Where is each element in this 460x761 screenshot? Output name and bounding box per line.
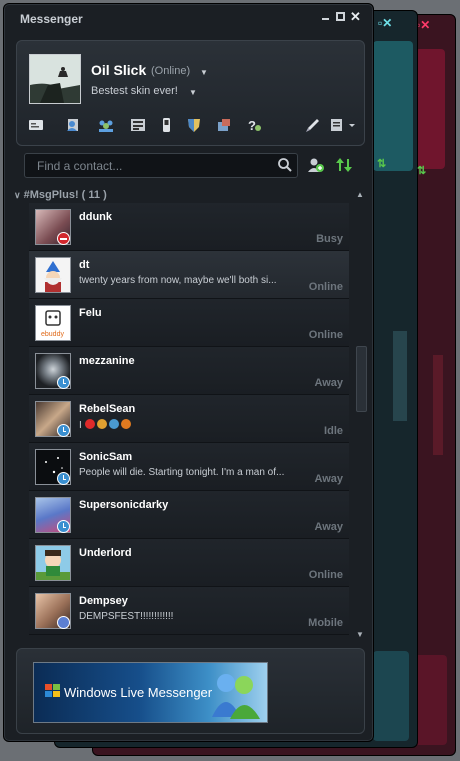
collapse-chevron-icon[interactable]: ∨ xyxy=(14,190,21,200)
group-label: #MsgPlus! ( 11 ) xyxy=(23,189,107,201)
contact-card-icon[interactable] xyxy=(27,117,45,133)
contact-row[interactable]: RebelSean I Idle xyxy=(29,395,349,443)
contact-avatar xyxy=(35,545,71,581)
contact-avatar xyxy=(35,257,71,293)
sort-icon[interactable] xyxy=(335,156,353,174)
messenger-window: Messenger ✕ Oil Slick (Online) ▼ Bestest… xyxy=(3,3,374,742)
contact-name: Felu xyxy=(79,307,102,319)
add-contact-icon[interactable] xyxy=(307,156,325,174)
windows-logo-icon xyxy=(45,684,60,697)
contact-avatar: ebuddy xyxy=(35,305,71,341)
contact-row[interactable]: ddunk Busy xyxy=(29,203,349,251)
background-window-controls: ▫✕ xyxy=(416,18,431,32)
scroll-up-icon[interactable]: ▲ xyxy=(354,190,366,200)
away-status-icon xyxy=(57,472,70,485)
contact-personal-message-text: I xyxy=(79,420,82,431)
search-input[interactable] xyxy=(35,157,279,175)
contact-status: Online xyxy=(308,569,343,581)
mobile-status-icon xyxy=(57,616,70,629)
contact-status: Away xyxy=(314,521,343,533)
busy-status-icon xyxy=(57,232,70,245)
contact-name: Underlord xyxy=(79,547,132,559)
menu-icon[interactable] xyxy=(329,117,357,133)
away-status-icon xyxy=(57,424,70,437)
advertisement-banner[interactable]: Windows Live Messenger xyxy=(33,662,268,723)
contact-name: Dempsey xyxy=(79,595,128,607)
contact-status: Online xyxy=(308,329,343,341)
search-box xyxy=(24,153,298,178)
contact-row[interactable]: dt twenty years from now, maybe we'll bo… xyxy=(29,251,349,299)
contact-status: Mobile xyxy=(308,617,343,629)
personal-message-dropdown-icon[interactable]: ▼ xyxy=(189,88,197,97)
window-title: Messenger xyxy=(20,12,83,26)
messenger-buddies-icon xyxy=(212,674,260,719)
contact-status: Idle xyxy=(324,425,343,437)
contact-row[interactable]: Supersonicdarky Away xyxy=(29,491,349,539)
contact-row[interactable]: ebuddy Felu Online xyxy=(29,299,349,347)
inbox-icon[interactable] xyxy=(129,117,147,133)
contact-list: ddunk Busy dt twenty years from now, may… xyxy=(29,203,349,639)
contact-name: dt xyxy=(79,259,90,271)
contact-name: RebelSean xyxy=(79,403,136,415)
mobile-icon[interactable] xyxy=(157,117,175,133)
groups-icon[interactable] xyxy=(97,117,115,133)
profile-status[interactable]: (Online) xyxy=(151,65,190,77)
profile-panel: Oil Slick (Online) ▼ Bestest skin ever! … xyxy=(16,40,365,146)
advertisement-panel: Windows Live Messenger xyxy=(16,648,365,734)
pizza-emoticon-icon xyxy=(120,419,131,429)
contact-row[interactable]: Underlord Online xyxy=(29,539,349,587)
contact-status: Online xyxy=(308,281,343,293)
display-picture[interactable] xyxy=(29,54,81,104)
search-icon[interactable] xyxy=(277,157,293,173)
background-sort-icon: ⇅ xyxy=(377,158,387,170)
title-bar[interactable]: Messenger ✕ xyxy=(4,4,373,34)
contact-name: mezzanine xyxy=(79,355,135,367)
maximize-button[interactable] xyxy=(335,11,346,22)
contact-row[interactable]: SonicSam People will die. Starting tonig… xyxy=(29,443,349,491)
contact-name: Supersonicdarky xyxy=(79,499,169,511)
people-emoticon-icon xyxy=(108,419,119,429)
contacts-icon[interactable] xyxy=(63,117,81,133)
display-name[interactable]: Oil Slick xyxy=(91,62,146,78)
background-sort-icon: ⇅ xyxy=(417,165,427,177)
contact-row[interactable]: mezzanine Away xyxy=(29,347,349,395)
minimize-button[interactable] xyxy=(320,11,331,22)
contact-personal-message: People will die. Starting tonight. I'm a… xyxy=(79,467,285,478)
contact-name: SonicSam xyxy=(79,451,133,463)
background-window-controls: ▫✕ xyxy=(378,16,393,30)
svg-text:ebuddy: ebuddy xyxy=(41,331,64,338)
shield-icon[interactable] xyxy=(185,117,203,133)
contact-list-scrollbar[interactable]: ▲ ▼ xyxy=(353,190,367,642)
away-status-icon xyxy=(57,520,70,533)
paint-icon[interactable] xyxy=(303,117,321,133)
help-icon[interactable]: ? xyxy=(245,117,263,133)
contact-status: Busy xyxy=(316,233,343,245)
contact-personal-message: twenty years from now, maybe we'll both … xyxy=(79,275,277,286)
contact-status: Away xyxy=(314,377,343,389)
group-header[interactable]: ∨ #MsgPlus! ( 11 ) xyxy=(14,189,107,201)
status-dropdown-icon[interactable]: ▼ xyxy=(200,68,208,77)
packages-icon[interactable] xyxy=(215,117,233,133)
heart-emoticon-icon xyxy=(84,419,95,429)
contact-status: Away xyxy=(314,473,343,485)
away-status-icon xyxy=(57,376,70,389)
svg-text:?: ? xyxy=(248,118,256,133)
personal-message[interactable]: Bestest skin ever! xyxy=(91,85,178,97)
contact-name: ddunk xyxy=(79,211,112,223)
scrollbar-thumb[interactable] xyxy=(356,346,367,412)
scroll-down-icon[interactable]: ▼ xyxy=(354,630,366,640)
face-emoticon-icon xyxy=(96,419,107,429)
profile-toolbar: ? xyxy=(23,115,359,137)
contact-personal-message: DEMPSFEST!!!!!!!!!!!! xyxy=(79,611,174,622)
advertisement-text: Windows Live Messenger xyxy=(64,685,213,700)
contact-row[interactable]: Dempsey DEMPSFEST!!!!!!!!!!!! Mobile xyxy=(29,587,349,635)
contact-personal-message: I xyxy=(79,419,133,431)
close-button[interactable]: ✕ xyxy=(350,10,361,23)
